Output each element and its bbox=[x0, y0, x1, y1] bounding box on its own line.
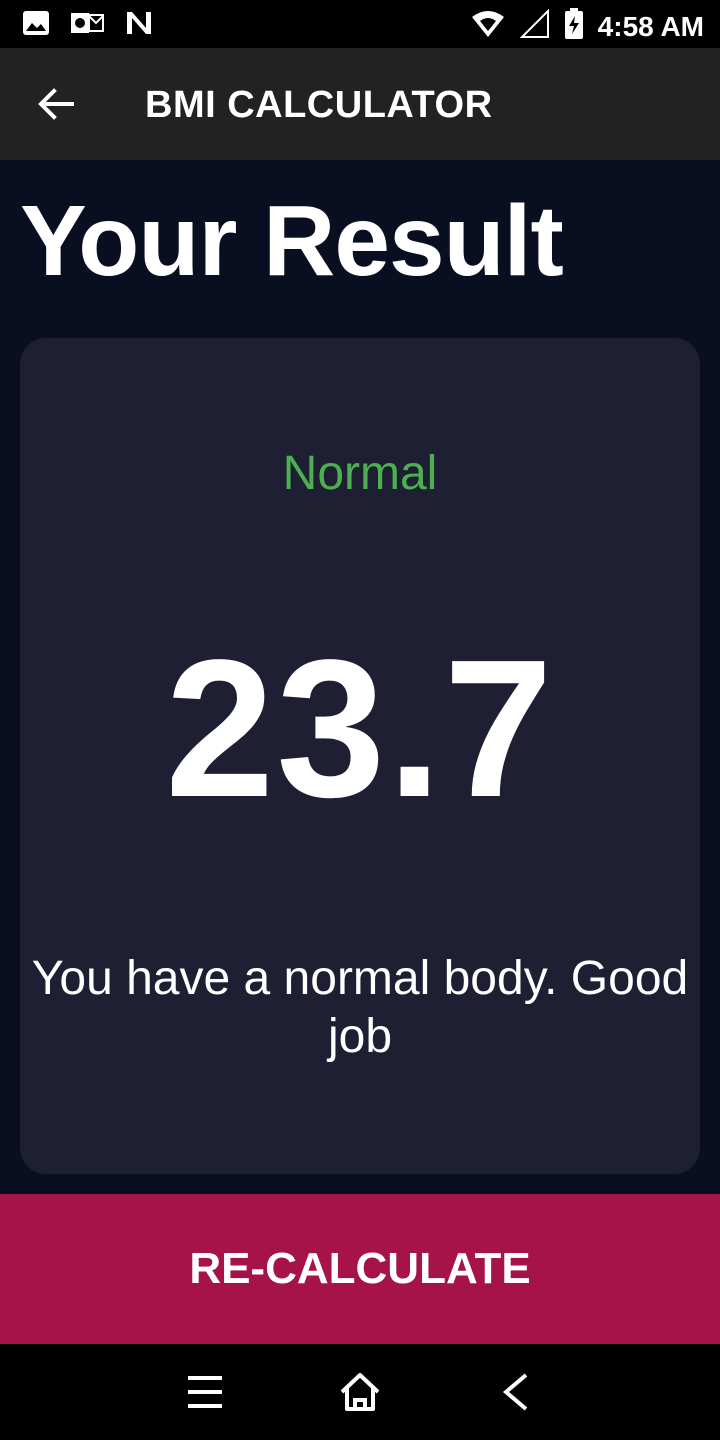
image-icon bbox=[22, 10, 50, 41]
app-title: BMI CALCULATOR bbox=[145, 84, 493, 126]
menu-icon bbox=[188, 1376, 222, 1408]
status-bar: 4:58 AM bbox=[0, 0, 720, 48]
outlook-icon bbox=[70, 10, 104, 41]
result-card: Normal 23.7 You have a normal body. Good… bbox=[20, 338, 700, 1174]
arrow-left-icon bbox=[38, 88, 74, 120]
wifi-icon bbox=[470, 9, 506, 44]
status-right-icons: 4:58 AM bbox=[470, 8, 704, 45]
home-icon bbox=[340, 1373, 380, 1411]
battery-charging-icon bbox=[564, 8, 584, 45]
nav-menu-button[interactable] bbox=[180, 1368, 230, 1416]
result-message: You have a normal body. Good job bbox=[31, 952, 689, 1063]
back-icon bbox=[502, 1373, 528, 1411]
status-clock: 4:58 AM bbox=[597, 10, 704, 42]
result-category: Normal bbox=[282, 447, 438, 500]
nav-back-button[interactable] bbox=[490, 1368, 540, 1416]
back-button[interactable] bbox=[28, 76, 84, 132]
recalculate-button[interactable]: RE-CALCULATE bbox=[0, 1194, 720, 1344]
status-left-icons bbox=[22, 10, 154, 41]
n-icon bbox=[124, 10, 154, 41]
nav-home-button[interactable] bbox=[335, 1368, 385, 1416]
page-title: Your Result bbox=[20, 185, 564, 297]
bmi-value: 23.7 bbox=[165, 619, 555, 838]
system-nav-bar bbox=[0, 1344, 720, 1440]
app-bar: BMI CALCULATOR bbox=[0, 48, 720, 160]
signal-icon bbox=[519, 8, 550, 44]
